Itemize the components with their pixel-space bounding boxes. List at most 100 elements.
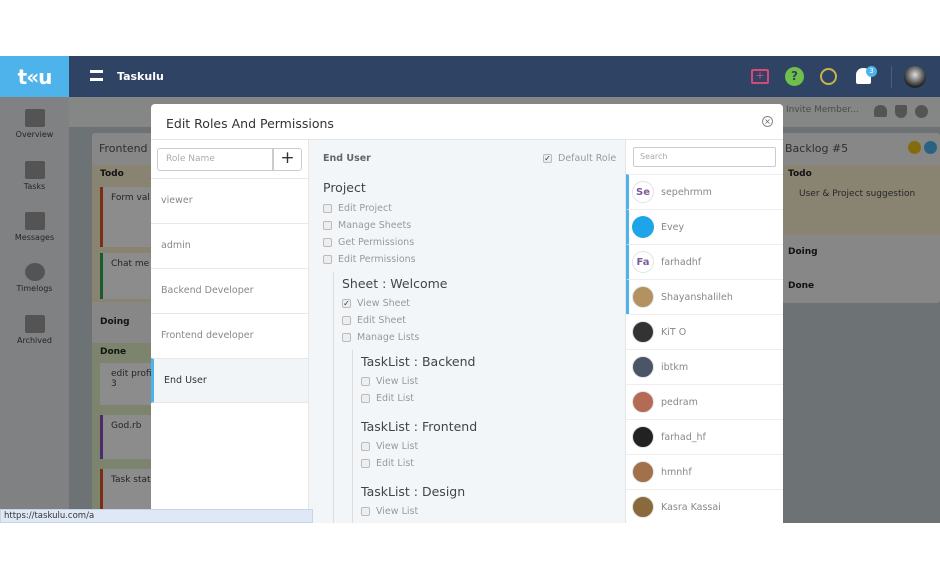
todo-section: Todo User & Project suggestion (780, 165, 940, 235)
add-folder-icon[interactable]: + (751, 69, 769, 84)
task-card[interactable]: User & Project suggestion (788, 183, 940, 219)
section-title: Project (323, 180, 366, 195)
add-role-button[interactable]: + (273, 148, 302, 171)
checkbox[interactable] (361, 442, 370, 451)
app: t«u Taskulu + ? 3 Overview Tasks Message… (0, 56, 940, 523)
divider (333, 272, 334, 523)
board-backlog: Backlog #5 Todo User & Project suggestio… (780, 133, 940, 303)
perm-edit-permissions[interactable]: Edit Permissions (323, 254, 416, 265)
invite-member-input[interactable]: Invite Member... (786, 105, 859, 115)
checkbox[interactable] (342, 316, 351, 325)
section-title: Todo (788, 169, 812, 179)
member-item[interactable]: Fa farhadhf (626, 244, 783, 279)
add-user-icon[interactable] (874, 105, 887, 117)
member-item[interactable]: Shayanshalileh (626, 279, 783, 314)
section-title: Done (788, 281, 815, 291)
divider (352, 350, 353, 523)
member-item[interactable]: pedram (626, 384, 783, 419)
shield-icon[interactable] (895, 105, 907, 118)
checkbox[interactable] (342, 333, 351, 342)
clock-icon (24, 263, 45, 281)
checkbox[interactable]: ✓ (543, 154, 552, 163)
perm-view-list[interactable]: View List (361, 506, 418, 517)
checkbox[interactable] (323, 221, 332, 230)
sidebar-item-archived[interactable]: Archived (0, 315, 69, 345)
sidebar-item-messages[interactable]: Messages (0, 212, 69, 242)
search-input[interactable]: Search (633, 147, 776, 167)
role-item[interactable]: Backend Developer (151, 268, 308, 313)
perm-manage-sheets[interactable]: Manage Sheets (323, 220, 411, 231)
help-icon[interactable]: ? (785, 67, 804, 86)
close-icon[interactable]: × (762, 116, 773, 127)
sidebar-item-timelogs[interactable]: Timelogs (0, 263, 69, 293)
checkbox[interactable] (361, 394, 370, 403)
avatar (632, 216, 654, 238)
sidebar-item-overview[interactable]: Overview (0, 109, 69, 139)
section-title: TaskList : Backend (361, 354, 476, 369)
grid-icon (24, 109, 45, 127)
status-bar-url: https://taskulu.com/a (0, 509, 313, 523)
avatar[interactable] (904, 66, 926, 88)
perm-edit-list[interactable]: Edit List (361, 458, 414, 469)
avatar (632, 356, 654, 378)
avatar (632, 426, 654, 448)
checkbox[interactable] (323, 238, 332, 247)
archive-icon (24, 315, 45, 333)
checkbox[interactable] (361, 377, 370, 386)
app-title: Taskulu (117, 70, 164, 83)
permissions-panel: End User ✓ Default Role Project Edit Proj… (309, 139, 625, 523)
avatar: Se (632, 181, 654, 203)
perm-get-permissions[interactable]: Get Permissions (323, 237, 414, 248)
avatar (632, 391, 654, 413)
member-item[interactable]: Kasra Kassai (626, 489, 783, 523)
roles-panel: Role Name + viewer admin Backend Develop… (151, 139, 309, 523)
avatar (632, 496, 654, 518)
tasks-icon (24, 161, 45, 179)
chat-icon (24, 212, 45, 230)
avatar (632, 321, 654, 343)
sidebar-item-tasks[interactable]: Tasks (0, 161, 69, 191)
role-item-selected[interactable]: End User (151, 358, 308, 403)
member-item[interactable]: ibtkm (626, 349, 783, 384)
timer-icon[interactable] (820, 68, 837, 85)
role-item[interactable]: Frontend developer (151, 313, 308, 358)
board-title: Backlog #5 (785, 142, 849, 155)
avatar (632, 461, 654, 483)
checkbox[interactable] (361, 459, 370, 468)
member-item[interactable]: Evey (626, 209, 783, 244)
perm-view-list[interactable]: View List (361, 376, 418, 387)
member-item[interactable]: Se sepehrmm (626, 174, 783, 209)
perm-manage-lists[interactable]: Manage Lists (342, 332, 419, 343)
perm-edit-sheet[interactable]: Edit Sheet (342, 315, 406, 326)
section-title: Sheet : Welcome (342, 276, 448, 291)
logo[interactable]: t«u (0, 56, 69, 97)
checkbox[interactable] (361, 507, 370, 516)
perm-edit-project[interactable]: Edit Project (323, 203, 392, 214)
modal-title: Edit Roles And Permissions (166, 116, 334, 131)
selected-role-name: End User (323, 153, 371, 164)
checkbox[interactable] (323, 255, 332, 264)
member-item[interactable]: farhad_hf (626, 419, 783, 454)
section-title: TaskList : Design (361, 484, 466, 499)
role-item[interactable]: viewer (151, 178, 308, 223)
member-item[interactable]: hmnhf (626, 454, 783, 489)
section-title: Doing (788, 247, 818, 257)
avatar: Fa (632, 251, 654, 273)
perm-view-list[interactable]: View List (361, 441, 418, 452)
avatar (632, 286, 654, 308)
role-item[interactable]: admin (151, 223, 308, 268)
sidebar: Overview Tasks Messages Timelogs Archive… (0, 97, 69, 523)
perm-view-sheet[interactable]: ✓ View Sheet (342, 298, 410, 309)
gear-icon[interactable] (915, 105, 928, 118)
checkbox[interactable] (323, 204, 332, 213)
default-role-checkbox[interactable]: ✓ Default Role (543, 153, 616, 164)
board-title: Frontend (99, 142, 148, 155)
perm-edit-list[interactable]: Edit List (361, 393, 414, 404)
attachment-count: 3 (111, 379, 117, 389)
edit-roles-modal: Edit Roles And Permissions × Role Name +… (151, 104, 783, 523)
divider (891, 66, 892, 88)
member-item[interactable]: KiT O (626, 314, 783, 349)
role-name-input[interactable]: Role Name (157, 148, 273, 171)
menu-icon[interactable] (90, 70, 103, 81)
checkbox[interactable]: ✓ (342, 299, 351, 308)
